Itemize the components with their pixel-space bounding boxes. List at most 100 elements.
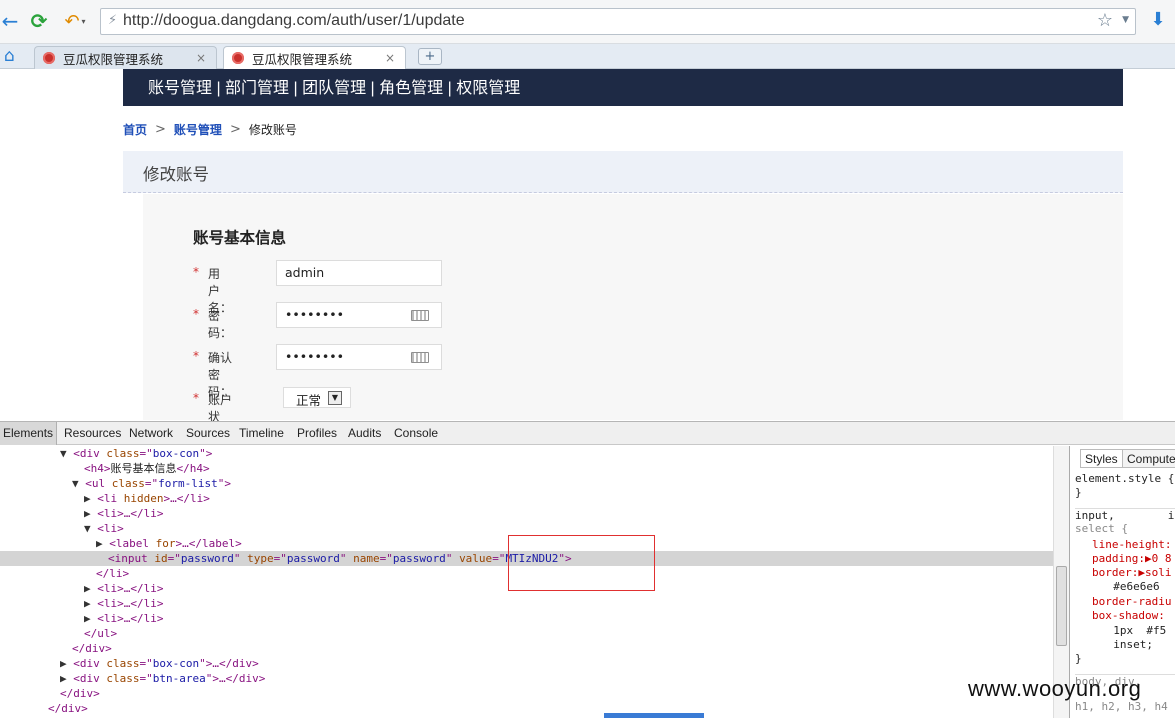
top-nav: 账号管理 | 部门管理 | 团队管理 | 角色管理 | 权限管理: [123, 69, 1123, 106]
undo-glyph: ↶: [64, 10, 80, 32]
chevron-down-icon[interactable]: ▼: [328, 391, 342, 405]
confirm-password-input[interactable]: ••••••••: [276, 344, 442, 370]
breadcrumb-separator: >: [229, 121, 241, 137]
keyboard-icon[interactable]: [411, 310, 429, 321]
highlight-box: [508, 535, 655, 591]
close-icon[interactable]: ×: [196, 51, 210, 65]
collapsed-triangle-icon[interactable]: ▶: [84, 492, 91, 505]
password-value: ••••••••: [285, 307, 344, 322]
keyboard-icon[interactable]: [411, 352, 429, 363]
style-line: border-radiu: [1092, 595, 1172, 608]
style-line: box-shadow:: [1092, 609, 1165, 622]
style-line: }: [1075, 486, 1082, 499]
password-label: 密 码：: [208, 309, 236, 340]
style-line: }: [1075, 652, 1082, 665]
computed-tab[interactable]: Compute: [1122, 449, 1175, 468]
style-line: line-height:: [1092, 538, 1172, 551]
devtools-tab-network[interactable]: Network: [129, 426, 173, 440]
style-line: border:▶soli: [1092, 566, 1172, 579]
style-line: inset;: [1100, 638, 1153, 651]
required-mark: *: [193, 349, 199, 363]
dom-node[interactable]: ▶ <div class="box-con">…</div>: [0, 656, 1053, 671]
style-line: #e6e6e6: [1100, 580, 1160, 593]
breadcrumb-current: 修改账号: [248, 122, 297, 137]
dom-node[interactable]: </ul>: [0, 626, 1053, 641]
confirm-password-value: ••••••••: [285, 349, 344, 364]
chevron-down-icon[interactable]: ▼: [1122, 15, 1129, 25]
username-input[interactable]: admin: [276, 260, 442, 286]
new-tab-button[interactable]: +: [418, 48, 442, 65]
breadcrumb-home[interactable]: 首页: [123, 121, 147, 138]
download-icon[interactable]: ⬇: [1146, 9, 1170, 33]
devtools-tab-elements[interactable]: Elements: [0, 422, 58, 445]
tab-title: 豆瓜权限管理系统: [63, 52, 164, 67]
favicon-icon: [232, 52, 244, 64]
favicon-icon: [43, 52, 55, 64]
styles-tab[interactable]: Styles: [1080, 449, 1123, 468]
home-icon[interactable]: ⌂: [4, 46, 15, 66]
devtools-tab-timeline[interactable]: Timeline: [239, 426, 284, 440]
browser-tab[interactable]: 豆瓜权限管理系统 ×: [34, 46, 217, 69]
dom-node[interactable]: ▼ <div class="box-con">: [0, 446, 1053, 461]
style-line: h1, h2, h3, h4: [1075, 700, 1168, 713]
status-strip: [604, 713, 704, 718]
refresh-icon[interactable]: ⟳: [27, 8, 51, 34]
expanded-triangle-icon[interactable]: ▼: [72, 477, 79, 490]
breadcrumb-section[interactable]: 账号管理: [174, 121, 222, 138]
browser-tab-active[interactable]: 豆瓜权限管理系统 ×: [223, 46, 406, 69]
collapsed-triangle-icon[interactable]: ▶: [84, 507, 91, 520]
chevron-down-icon[interactable]: ▾: [82, 17, 86, 26]
expanded-triangle-icon[interactable]: ▼: [84, 522, 91, 535]
dom-node[interactable]: ▼ <ul class="form-list">: [0, 476, 1053, 491]
devtools-tab-audits[interactable]: Audits: [348, 426, 381, 440]
dom-node[interactable]: </div>: [0, 686, 1053, 701]
close-icon[interactable]: ×: [385, 51, 399, 65]
address-bar[interactable]: ⚡ http://doogua.dangdang.com/auth/user/1…: [100, 8, 1136, 35]
password-input[interactable]: ••••••••: [276, 302, 442, 328]
dom-node[interactable]: ▶ <li>…</li>: [0, 596, 1053, 611]
collapsed-triangle-icon[interactable]: ▶: [84, 612, 91, 625]
required-mark: *: [193, 265, 199, 279]
scrollbar-thumb[interactable]: [1056, 566, 1067, 646]
collapsed-triangle-icon[interactable]: ▶: [60, 657, 67, 670]
style-line: input, in: [1075, 508, 1175, 522]
dom-node[interactable]: ▶ <li hidden>…</li>: [0, 491, 1053, 506]
watermark: www.wooyun.org: [968, 676, 1142, 701]
dom-node[interactable]: <h4>账号基本信息</h4>: [0, 461, 1053, 476]
page-title: 修改账号: [143, 165, 209, 184]
star-icon[interactable]: ☆: [1097, 10, 1113, 31]
url-text[interactable]: http://doogua.dangdang.com/auth/user/1/u…: [123, 12, 465, 30]
expanded-triangle-icon[interactable]: ▼: [60, 447, 67, 460]
devtools-tabbar: Elements Resources Network Sources Timel…: [0, 421, 1175, 445]
status-select[interactable]: 正常 ▼: [283, 387, 351, 408]
devtools-tab-console[interactable]: Console: [394, 426, 438, 440]
style-line: 1px #f5: [1100, 624, 1167, 637]
devtools-tab-profiles[interactable]: Profiles: [297, 426, 337, 440]
undo-icon[interactable]: ↶ ▾: [60, 8, 90, 34]
section-heading: 账号基本信息: [193, 229, 287, 247]
dom-node[interactable]: ▶ <li>…</li>: [0, 506, 1053, 521]
devtools-tab-resources[interactable]: Resources: [64, 426, 121, 440]
dom-node[interactable]: </div>: [0, 641, 1053, 656]
breadcrumb: 首页 > 账号管理 > 修改账号: [123, 121, 297, 137]
dom-node[interactable]: ▶ <div class="btn-area">…</div>: [0, 671, 1053, 686]
required-mark: *: [193, 391, 199, 405]
dom-node[interactable]: ▼ <li>: [0, 521, 1053, 536]
style-line: element.style {: [1075, 472, 1175, 485]
page-title-bar: 修改账号: [123, 151, 1123, 193]
nav-links[interactable]: 账号管理 | 部门管理 | 团队管理 | 角色管理 | 权限管理: [148, 74, 520, 98]
breadcrumb-separator: >: [155, 121, 166, 137]
status-value: 正常: [296, 393, 322, 408]
back-icon[interactable]: ←: [0, 8, 20, 34]
tab-bar: ⌂ 豆瓜权限管理系统 × 豆瓜权限管理系统 × +: [0, 44, 1175, 69]
required-mark: *: [193, 307, 199, 321]
dom-node[interactable]: </div>: [0, 701, 1053, 716]
collapsed-triangle-icon[interactable]: ▶: [84, 582, 91, 595]
collapsed-triangle-icon[interactable]: ▶: [96, 537, 103, 550]
tab-title: 豆瓜权限管理系统: [252, 52, 353, 67]
dom-node[interactable]: ▶ <li>…</li>: [0, 611, 1053, 626]
collapsed-triangle-icon[interactable]: ▶: [60, 672, 67, 685]
devtools-tab-sources[interactable]: Sources: [186, 426, 230, 440]
collapsed-triangle-icon[interactable]: ▶: [84, 597, 91, 610]
bolt-icon: ⚡: [108, 13, 118, 28]
